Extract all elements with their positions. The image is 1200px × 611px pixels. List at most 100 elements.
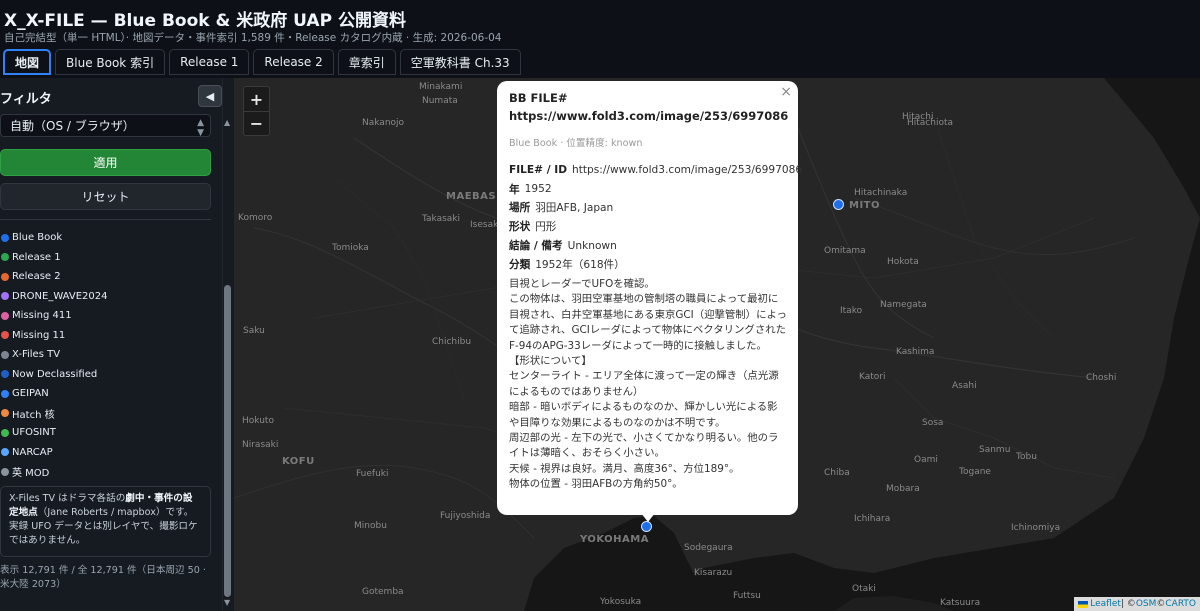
scrollbar-thumb[interactable] (224, 285, 231, 597)
record-popup: × BB FILE# https://www.fold3.com/image/2… (497, 81, 802, 515)
layer-toggle-11[interactable]: NARCAP (1, 443, 107, 463)
map-place-label: Fuefuki (356, 469, 389, 479)
zoom-in-button[interactable]: + (244, 87, 269, 111)
tab-3[interactable]: Release 2 (253, 49, 334, 75)
ukraine-flag-icon (1078, 600, 1089, 608)
map-place-label: Itako (840, 306, 863, 316)
map-place-label: Chichibu (432, 337, 472, 347)
popup-description-line: この物体は、羽田空軍基地の管制塔の職員によって最初に目視され、白井空軍基地にある… (509, 293, 787, 352)
layer-list: Blue Book Release 1 Release 2 DRONE_WAVE202… (1, 228, 107, 482)
map-marker-selected[interactable] (641, 521, 652, 532)
map-place-label: Gotemba (362, 587, 404, 597)
map-place-label: Togane (959, 467, 991, 477)
popup-title: BB FILE# https://www.fold3.com/image/253… (509, 91, 789, 124)
tab-2[interactable]: Release 1 (169, 49, 250, 75)
popup-description-line: 周辺部の光 - 左下の光で、小さくてかなり明るい。他のライトは薄暗く、おそらく小… (509, 431, 779, 460)
popup-description-line: センターライト - エリア全体に渡って一定の輝き（点光源によるものではありません… (509, 370, 779, 398)
tab-5[interactable]: 空軍教科書 Ch.33 (399, 49, 521, 75)
note-text-post: （Jane Roberts / mapbox）です。実録 UFO データとは別レ… (9, 506, 198, 546)
layer-label: 英 MOD (12, 468, 50, 480)
layer-toggle-4[interactable]: Missing 411 (1, 306, 107, 326)
map-attribution: Leaflet | © OSM © CARTO (1074, 597, 1200, 611)
layer-label: Missing 11 (12, 329, 66, 341)
map-place-label: Namegata (880, 300, 927, 310)
tab-1[interactable]: Blue Book 索引 (55, 49, 166, 75)
map-place-label: Hokuto (242, 416, 274, 426)
tab-4[interactable]: 章索引 (337, 49, 396, 75)
layer-color-dot (1, 467, 9, 476)
popup-field-label: 年 (509, 183, 520, 196)
map-marker[interactable] (833, 199, 844, 210)
collapse-sidebar-button[interactable]: ◀ (198, 85, 222, 107)
layer-label: GEIPAN (12, 388, 49, 400)
popup-description-line: 【形状について】 (509, 354, 592, 367)
app-header: X_X-FILE — Blue Book & 米政府 UAP 公開資料 自己完結… (0, 0, 1200, 78)
map-place-label: Takasaki (422, 214, 461, 224)
map-place-label: Tomioka (332, 243, 369, 253)
popup-field-label: 場所 (509, 202, 531, 215)
scroll-up-icon[interactable]: ▲ (224, 118, 230, 127)
layer-toggle-6[interactable]: X-Files TV (1, 345, 107, 365)
map-place-label: Kisarazu (694, 568, 733, 578)
map-place-label: Minobu (354, 521, 387, 531)
layer-label: Release 2 (12, 271, 61, 283)
layer-label: Hatch 核 (12, 409, 55, 421)
layer-color-dot (1, 389, 9, 398)
map-place-label: Ichihara (854, 514, 891, 524)
carto-link[interactable]: CARTO (1165, 599, 1196, 609)
map-place-label: Yokosuka (600, 597, 642, 607)
zoom-out-button[interactable]: − (244, 111, 269, 135)
map-place-label: Nakanojo (362, 118, 405, 128)
chevron-left-icon: ◀ (205, 89, 215, 103)
layer-toggle-7[interactable]: Now Declassified (1, 365, 107, 385)
zoom-control: + − (243, 86, 270, 136)
attribution-separator: | © (1120, 599, 1136, 609)
layer-label: NARCAP (12, 446, 53, 458)
layer-toggle-0[interactable]: Blue Book (1, 228, 107, 248)
map-place-label: Saku (243, 326, 265, 336)
layer-color-dot (1, 448, 9, 457)
map-place-label: Numata (422, 96, 458, 106)
popup-meta: Blue Book · 位置精度: known (509, 138, 643, 149)
map-place-label: Sanmu (979, 445, 1011, 455)
leaflet-link[interactable]: Leaflet (1090, 599, 1121, 609)
popup-field-label: FILE# / ID (509, 164, 568, 177)
popup-field-value: 1952 (524, 183, 552, 196)
popup-field-value: 円形 (535, 221, 557, 234)
layer-toggle-12[interactable]: 英 MOD (1, 462, 107, 482)
map-place-label: Choshi (1086, 373, 1117, 383)
theme-select-value: 自動（OS / ブラウザ） (10, 119, 135, 133)
layer-toggle-10[interactable]: UFOSINT (1, 423, 107, 443)
xfiles-note: X-Files TV はドラマ各話の劇中・事件の設定地点（Jane Robert… (0, 486, 211, 557)
layer-toggle-9[interactable]: Hatch 核 (1, 404, 107, 424)
map-place-label: YOKOHAMA (580, 534, 649, 545)
layer-toggle-8[interactable]: GEIPAN (1, 384, 107, 404)
map-place-label: KOFU (282, 456, 315, 467)
apply-button[interactable]: 適用 (0, 149, 211, 176)
popup-field-value: https://www.fold3.com/image/253/6997086 (572, 164, 803, 177)
popup-tip (641, 513, 655, 522)
tab-0[interactable]: 地図 (3, 49, 52, 75)
popup-field: 場所 羽田AFB, Japan (509, 199, 802, 218)
map-place-label: Chiba (824, 468, 850, 478)
layer-toggle-1[interactable]: Release 1 (1, 248, 107, 268)
theme-select[interactable]: 自動（OS / ブラウザ） ▲ ▼ (0, 114, 211, 138)
map-place-label: Asahi (952, 381, 977, 391)
close-icon[interactable]: × (780, 84, 792, 100)
map-place-label: Komoro (238, 213, 273, 223)
record-count: 表示 12,791 件 / 全 12,791 件（日本周辺 50 · 米大陸 2… (0, 565, 206, 590)
layer-toggle-2[interactable]: Release 2 (1, 267, 107, 287)
map-place-label: Hitachi (902, 112, 934, 122)
layer-color-dot (1, 409, 9, 418)
map-place-label: Kashima (896, 347, 935, 357)
filter-sidebar: フィルタ ◀ 自動（OS / ブラウザ） ▲ ▼ 適用 リセット Blue Boo… (0, 78, 222, 611)
scroll-down-icon[interactable]: ▼ (224, 598, 230, 607)
osm-link[interactable]: OSM (1136, 599, 1157, 609)
layer-toggle-5[interactable]: Missing 11 (1, 326, 107, 346)
layer-label: Release 1 (12, 251, 61, 263)
layer-toggle-3[interactable]: DRONE_WAVE2024 (1, 287, 107, 307)
reset-button[interactable]: リセット (0, 183, 211, 210)
filter-title: フィルタ (0, 92, 52, 107)
popup-field-value: Unknown (567, 239, 617, 252)
app-subtitle: 自己完結型（単一 HTML）· 地図データ・事件索引 1,589 件・Relea… (4, 32, 502, 44)
